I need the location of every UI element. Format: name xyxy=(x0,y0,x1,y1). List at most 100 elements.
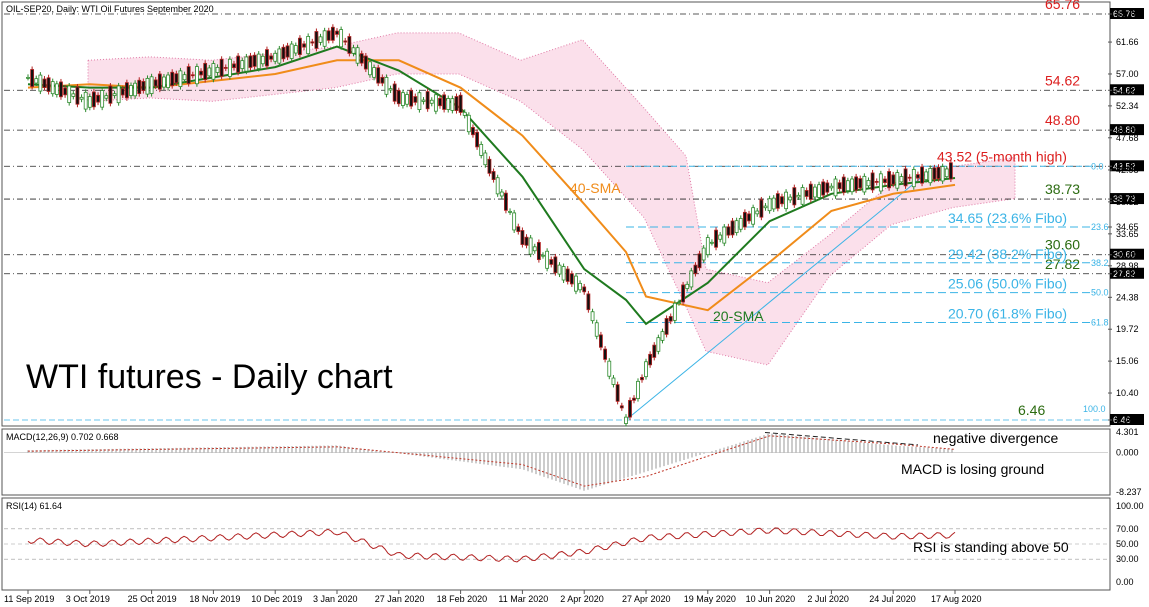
candle-body xyxy=(788,196,793,201)
candle-body xyxy=(742,211,747,228)
candle-body xyxy=(133,82,138,97)
date-tick-label: 18 Nov 2019 xyxy=(189,594,240,604)
candle-body xyxy=(359,53,364,64)
candle-body xyxy=(920,166,924,184)
candle-body xyxy=(841,176,846,193)
price-tick-label: 15.06 xyxy=(1116,356,1139,366)
fibo-tag: 38.2 xyxy=(1091,258,1109,268)
candle-body xyxy=(636,380,640,400)
candle-body xyxy=(775,193,780,209)
candle-body xyxy=(63,87,67,96)
candle-body xyxy=(907,176,912,179)
candle-body xyxy=(771,197,776,210)
candle-body xyxy=(277,48,282,64)
candle-body xyxy=(260,55,265,65)
candle-body xyxy=(376,67,381,84)
candle-body xyxy=(607,360,612,377)
candle-body xyxy=(569,273,574,285)
candle-body xyxy=(38,74,43,92)
candle-body xyxy=(689,270,694,288)
candle-body xyxy=(326,30,331,41)
chart-root: 65.7665.7654.6254.6248.8048.8043.52 (5-m… xyxy=(1,0,1144,604)
date-tick-label: 2 Apr 2020 xyxy=(560,594,604,604)
candle-body xyxy=(166,74,170,88)
level-label: 48.80 xyxy=(1045,112,1080,128)
fibo-tag: 50.0 xyxy=(1091,288,1109,298)
candle-body xyxy=(42,78,47,88)
candle-body xyxy=(866,180,871,187)
candle-body xyxy=(199,70,203,76)
candle-body xyxy=(590,311,595,322)
candle-body xyxy=(269,55,273,60)
candle-body xyxy=(293,45,298,54)
candle-body xyxy=(624,416,628,424)
candle-body xyxy=(384,77,389,95)
candle-body xyxy=(833,178,838,197)
price-tick-label: 27.82 xyxy=(1116,269,1139,279)
candle-body xyxy=(211,63,216,80)
candle-body xyxy=(911,169,916,188)
candle-body xyxy=(858,178,863,189)
candle-body xyxy=(149,76,154,94)
candle-body xyxy=(528,237,533,255)
price-tick-label: 65.76 xyxy=(1116,9,1139,19)
candle-body xyxy=(347,36,352,54)
candle-body xyxy=(137,79,142,94)
candle-body xyxy=(813,186,817,198)
candle-body xyxy=(108,85,113,104)
level-label: 43.52 (5-month high) xyxy=(937,148,1067,164)
candle-body xyxy=(508,210,512,213)
candle-body xyxy=(520,230,525,245)
price-tick-label: 10.40 xyxy=(1116,388,1139,398)
candle-body xyxy=(677,302,681,304)
candle-body xyxy=(924,171,929,181)
candle-body xyxy=(479,143,484,156)
candle-body xyxy=(903,168,908,187)
candle-body xyxy=(878,173,883,192)
candle-body xyxy=(697,253,702,269)
date-tick-label: 2 Jul 2020 xyxy=(807,594,849,604)
candle-body xyxy=(850,178,854,193)
candle-body xyxy=(763,205,768,209)
date-tick-label: 27 Apr 2020 xyxy=(622,594,671,604)
price-tick-label: 30.60 xyxy=(1116,250,1139,260)
date-tick-label: 25 Oct 2019 xyxy=(128,594,177,604)
date-tick-label: 10 Jun 2020 xyxy=(746,594,796,604)
candle-body xyxy=(916,174,920,179)
candle-body xyxy=(330,26,335,41)
date-tick-label: 18 Feb 2020 xyxy=(437,594,488,604)
candle-body xyxy=(532,246,537,252)
candle-body xyxy=(248,55,253,68)
candle-body xyxy=(100,90,105,108)
price-tick-label: 54.62 xyxy=(1116,85,1139,95)
candle-body xyxy=(561,266,566,281)
candle-body xyxy=(640,376,644,381)
candle-body xyxy=(792,187,797,206)
candle-body xyxy=(380,76,385,84)
candle-body xyxy=(594,322,599,337)
candle-body xyxy=(874,181,879,183)
candle-body xyxy=(668,316,673,322)
candle-body xyxy=(747,213,751,222)
candle-body xyxy=(178,70,183,87)
macd-tick-label: -8.237 xyxy=(1116,487,1142,497)
candle-body xyxy=(71,93,76,97)
candle-body xyxy=(672,302,677,321)
candle-body xyxy=(726,226,731,236)
candle-body xyxy=(314,31,319,49)
candle-body xyxy=(450,98,455,111)
fibo-level-label: 20.70 (61.8% Fibo) xyxy=(948,306,1067,322)
candle-body xyxy=(421,99,426,102)
candle-body xyxy=(96,94,100,103)
candle-body xyxy=(240,60,245,69)
candle-body xyxy=(582,286,587,293)
price-tick-label: 24.38 xyxy=(1116,292,1139,302)
candle-body xyxy=(759,199,764,218)
candle-body xyxy=(417,92,422,110)
price-tick-label: 47.68 xyxy=(1116,133,1139,143)
candle-body xyxy=(30,69,35,88)
candle-body xyxy=(899,176,904,183)
candle-body xyxy=(936,166,941,180)
candle-body xyxy=(891,174,896,185)
candle-body xyxy=(355,47,360,64)
